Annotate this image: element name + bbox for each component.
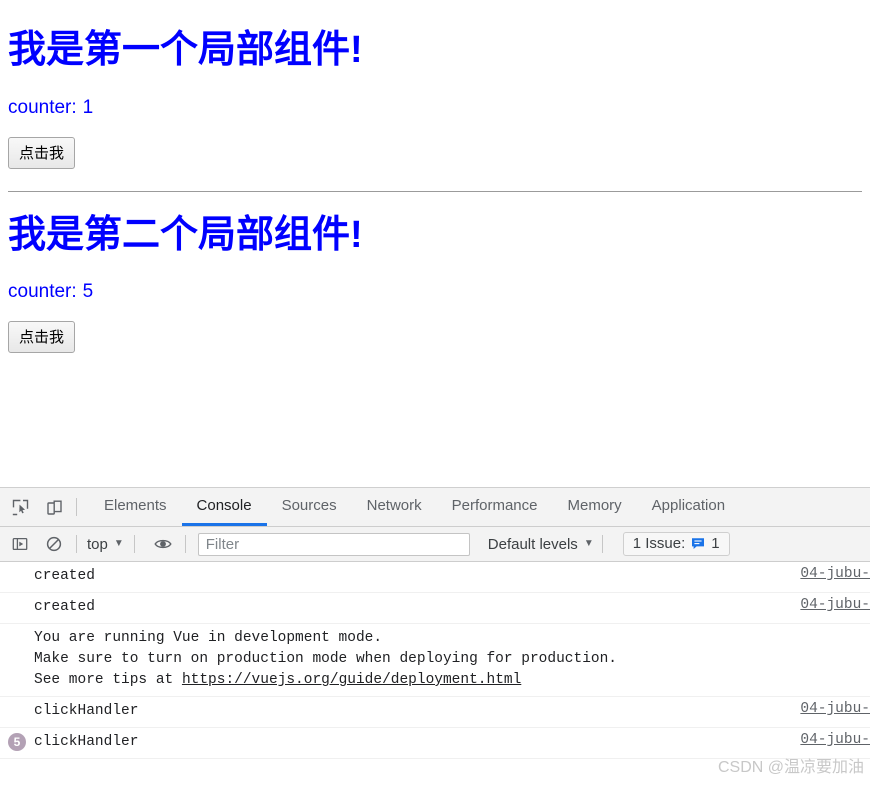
tab-network[interactable]: Network [352, 488, 437, 526]
toolbar-separator [76, 498, 77, 516]
live-expression-eye-icon[interactable] [149, 530, 177, 558]
component-two-click-button[interactable]: 点击我 [8, 321, 76, 354]
console-message-text: clickHandler [34, 703, 139, 719]
filterbar-separator-3 [184, 535, 186, 553]
issue-message-icon [691, 537, 705, 550]
console-message-row[interactable]: created 04-jubu- [0, 562, 870, 593]
browser-window: 我是第一个局部组件! counter: 1 点击我 我是第二个局部组件! coun… [0, 0, 870, 785]
filterbar-separator-2 [133, 535, 135, 553]
local-component-two: 我是第二个局部组件! counter: 5 点击我 [8, 214, 862, 354]
console-context-selector[interactable]: top ▼ [85, 536, 126, 553]
chevron-down-icon: ▼ [583, 537, 594, 549]
console-context-label: top [87, 535, 108, 553]
tab-application[interactable]: Application [637, 488, 740, 526]
tab-elements[interactable]: Elements [89, 488, 182, 526]
inspect-element-icon[interactable] [6, 493, 34, 521]
console-message-text: clickHandler [34, 734, 139, 750]
message-gutter [0, 701, 34, 702]
local-component-one: 我是第一个局部组件! counter: 1 点击我 [8, 29, 862, 169]
console-log-levels-label: Default levels [487, 535, 578, 553]
filterbar-separator-1 [76, 535, 77, 553]
console-filter-bar: top ▼ Default levels ▼ 1 Issue: [0, 527, 870, 562]
tab-sources[interactable]: Sources [267, 488, 352, 526]
console-message-row[interactable]: clickHandler 04-jubu- [0, 697, 870, 728]
tab-memory[interactable]: Memory [553, 488, 637, 526]
console-message-source-link[interactable]: 04-jubu- [800, 732, 870, 748]
console-message-text: created [34, 568, 95, 584]
console-message-row[interactable]: 5 clickHandler 04-jubu- [0, 728, 870, 759]
vue-dev-mode-line-1: You are running Vue in development mode. [34, 630, 383, 646]
console-message-source-link[interactable]: 04-jubu- [800, 597, 870, 613]
component-two-title: 我是第二个局部组件! [8, 213, 363, 256]
console-message-text: created [34, 599, 95, 615]
vue-deployment-link[interactable]: https://vuejs.org/guide/deployment.html [182, 672, 521, 688]
chevron-down-icon: ▼ [113, 537, 124, 549]
component-one-click-button[interactable]: 点击我 [8, 136, 76, 169]
component-one-counter-label: counter: [8, 96, 77, 118]
component-one-counter-value: 1 [82, 96, 94, 118]
devtools-tabs: Elements Console Sources Network Perform… [89, 488, 740, 526]
console-log-levels-selector[interactable]: Default levels ▼ [488, 536, 594, 553]
vue-dev-mode-line-3-prefix: See more tips at [34, 672, 182, 688]
devtools-tab-bar: Elements Console Sources Network Perform… [0, 488, 870, 527]
issues-label: 1 Issue: [632, 535, 686, 552]
console-message-row-vue-warning[interactable]: You are running Vue in development mode.… [0, 624, 870, 697]
console-message-row[interactable]: created 04-jubu- [0, 593, 870, 624]
tab-performance[interactable]: Performance [437, 488, 553, 526]
issues-count: 1 [711, 535, 720, 552]
console-message-text: You are running Vue in development mode.… [34, 628, 870, 691]
console-sidebar-icon[interactable] [6, 530, 34, 558]
console-message-list: created 04-jubu- created 04-jubu- You ar… [0, 562, 870, 759]
message-gutter [0, 566, 34, 567]
component-two-counter-label: counter: [8, 281, 77, 303]
clear-console-icon[interactable] [40, 530, 68, 558]
devtools-panel: Elements Console Sources Network Perform… [0, 487, 870, 785]
component-two-counter-value: 5 [82, 281, 94, 303]
console-filter-input[interactable] [197, 532, 470, 556]
repeat-count-badge: 5 [8, 733, 26, 751]
page-content: 我是第一个局部组件! counter: 1 点击我 我是第二个局部组件! coun… [0, 0, 870, 478]
message-gutter [0, 628, 34, 629]
vue-dev-mode-line-2: Make sure to turn on production mode whe… [34, 651, 617, 667]
issues-badge[interactable]: 1 Issue: 1 [622, 532, 730, 556]
component-one-title: 我是第一个局部组件! [8, 29, 363, 71]
component-one-counter: counter: 1 [8, 97, 862, 119]
device-toolbar-icon[interactable] [40, 493, 68, 521]
filterbar-separator-4 [601, 535, 603, 553]
message-gutter: 5 [0, 732, 34, 751]
message-gutter [0, 597, 34, 598]
component-two-counter: counter: 5 [8, 281, 862, 303]
component-divider [8, 190, 862, 192]
console-message-source-link[interactable]: 04-jubu- [800, 566, 870, 582]
console-message-source-link[interactable]: 04-jubu- [800, 701, 870, 717]
tab-console[interactable]: Console [181, 488, 267, 526]
